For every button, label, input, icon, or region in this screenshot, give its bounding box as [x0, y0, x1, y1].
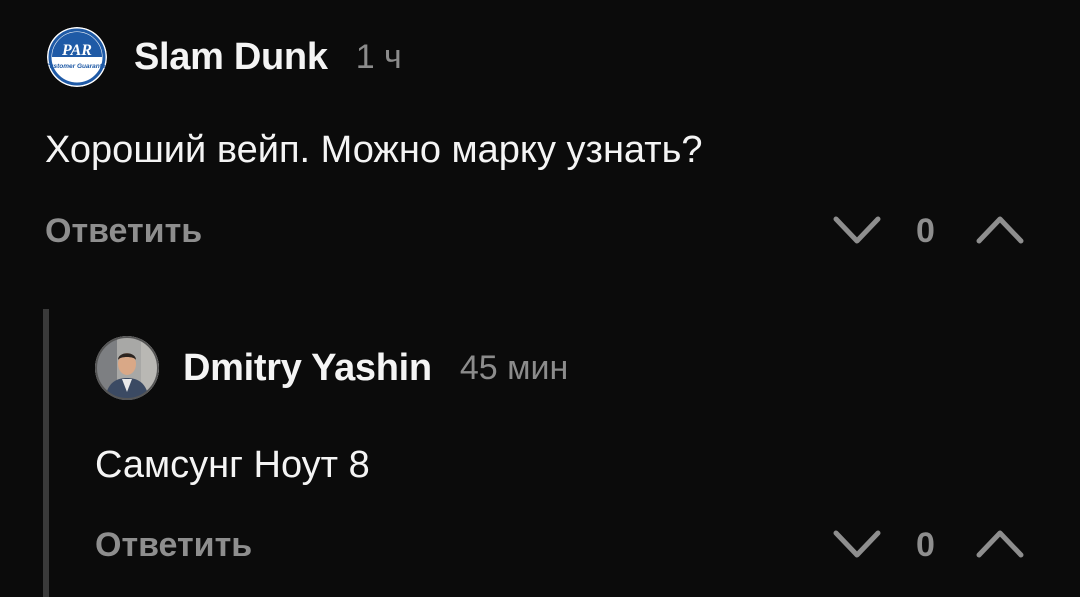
reply-button[interactable]: Ответить — [95, 526, 252, 565]
reply-button[interactable]: Ответить — [45, 212, 202, 251]
comment-author[interactable]: Slam Dunk — [134, 36, 328, 79]
upvote-button[interactable] — [975, 527, 1025, 566]
comment-header: PAR Customer Guarantee Slam Dunk 1 ч — [47, 27, 402, 87]
chevron-up-icon — [976, 530, 1024, 558]
comment-text: Самсунг Ноут 8 — [95, 444, 370, 486]
svg-text:PAR: PAR — [61, 42, 92, 59]
upvote-button[interactable] — [975, 213, 1025, 252]
downvote-button[interactable] — [832, 527, 882, 566]
comment-text: Хороший вейп. Можно марку узнать? — [45, 129, 703, 171]
vote-count: 0 — [916, 212, 935, 250]
comment-timestamp: 1 ч — [355, 37, 402, 76]
user-photo-avatar — [95, 336, 159, 400]
avatar[interactable]: PAR Customer Guarantee — [47, 27, 107, 87]
thread-line[interactable] — [43, 309, 49, 597]
comment-header: Dmitry Yashin 45 мин — [95, 336, 568, 400]
avatar[interactable] — [95, 336, 159, 400]
chevron-down-icon — [833, 216, 881, 244]
comments-page: PAR Customer Guarantee Slam Dunk 1 ч Хор… — [0, 0, 1080, 597]
vote-count: 0 — [916, 526, 935, 564]
downvote-button[interactable] — [832, 213, 882, 252]
chevron-up-icon — [976, 216, 1024, 244]
chevron-down-icon — [833, 530, 881, 558]
svg-text:Customer Guarantee: Customer Guarantee — [47, 63, 107, 70]
par-logo-avatar: PAR Customer Guarantee — [47, 27, 107, 87]
comment-timestamp: 45 мин — [459, 348, 569, 387]
comment-author[interactable]: Dmitry Yashin — [183, 347, 432, 390]
